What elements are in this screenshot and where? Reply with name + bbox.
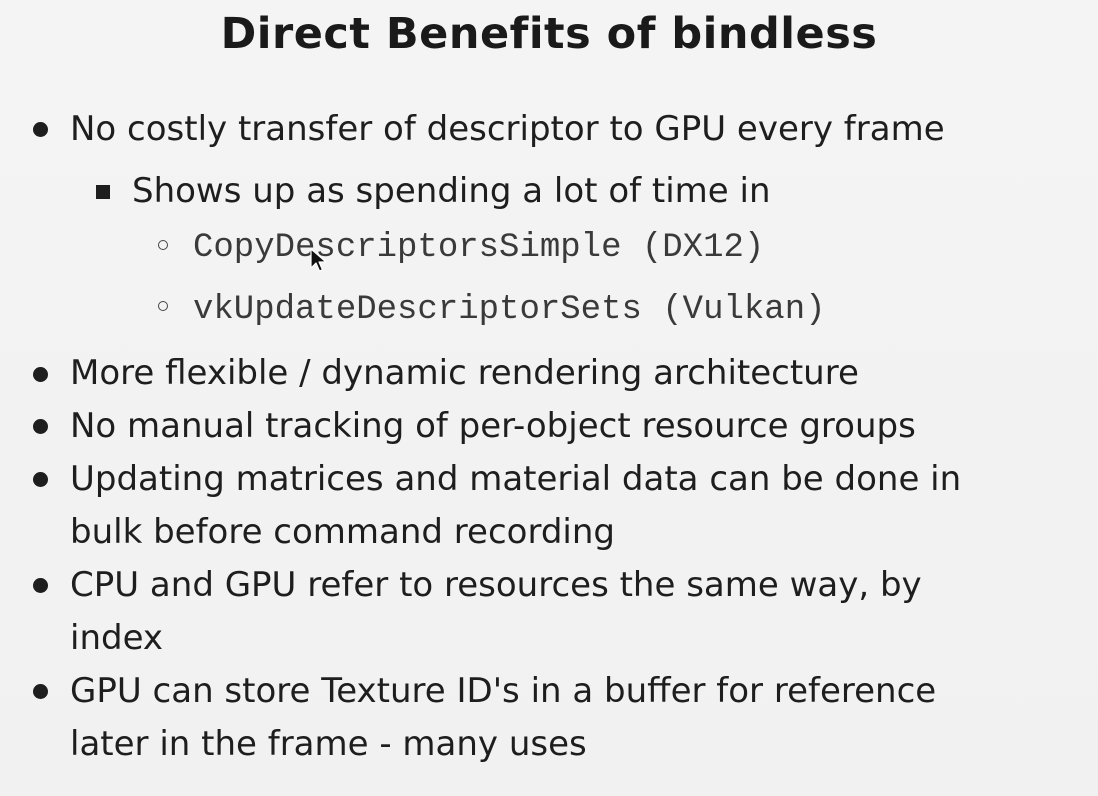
bullet-item-continuation: later in the frame - many uses bbox=[70, 724, 587, 764]
bullet-item: CPU and GPU refer to resources the same … bbox=[70, 565, 922, 605]
code-item: CopyDescriptorsSimple (DX12) bbox=[193, 229, 765, 267]
bullet-dot-icon bbox=[33, 472, 48, 487]
bullet-dot-icon bbox=[33, 122, 48, 137]
sub-bullet-item: Shows up as spending a lot of time in bbox=[132, 171, 771, 211]
slide-title: Direct Benefits of bindless bbox=[220, 9, 878, 59]
bullet-square-icon bbox=[96, 185, 110, 199]
bullet-circle-icon bbox=[158, 301, 168, 311]
bullet-dot-icon bbox=[33, 367, 48, 382]
code-item: vkUpdateDescriptorSets (Vulkan) bbox=[193, 291, 826, 329]
bullet-item: No manual tracking of per-object resourc… bbox=[70, 406, 916, 446]
bullet-circle-icon bbox=[158, 240, 168, 250]
bullet-item-continuation: index bbox=[70, 618, 164, 658]
slide: Direct Benefits of bindless No costly tr… bbox=[0, 0, 1098, 796]
mouse-pointer-icon bbox=[310, 248, 327, 272]
bullet-item: More flexible / dynamic rendering archit… bbox=[70, 353, 859, 393]
bullet-item-continuation: bulk before command recording bbox=[70, 512, 615, 552]
bullet-dot-icon bbox=[33, 684, 48, 699]
bullet-item: Updating matrices and material data can … bbox=[70, 459, 962, 499]
bullet-dot-icon bbox=[33, 419, 48, 434]
bullet-item: No costly transfer of descriptor to GPU … bbox=[70, 109, 945, 149]
bullet-item: GPU can store Texture ID's in a buffer f… bbox=[70, 671, 937, 711]
bullet-dot-icon bbox=[33, 578, 48, 593]
